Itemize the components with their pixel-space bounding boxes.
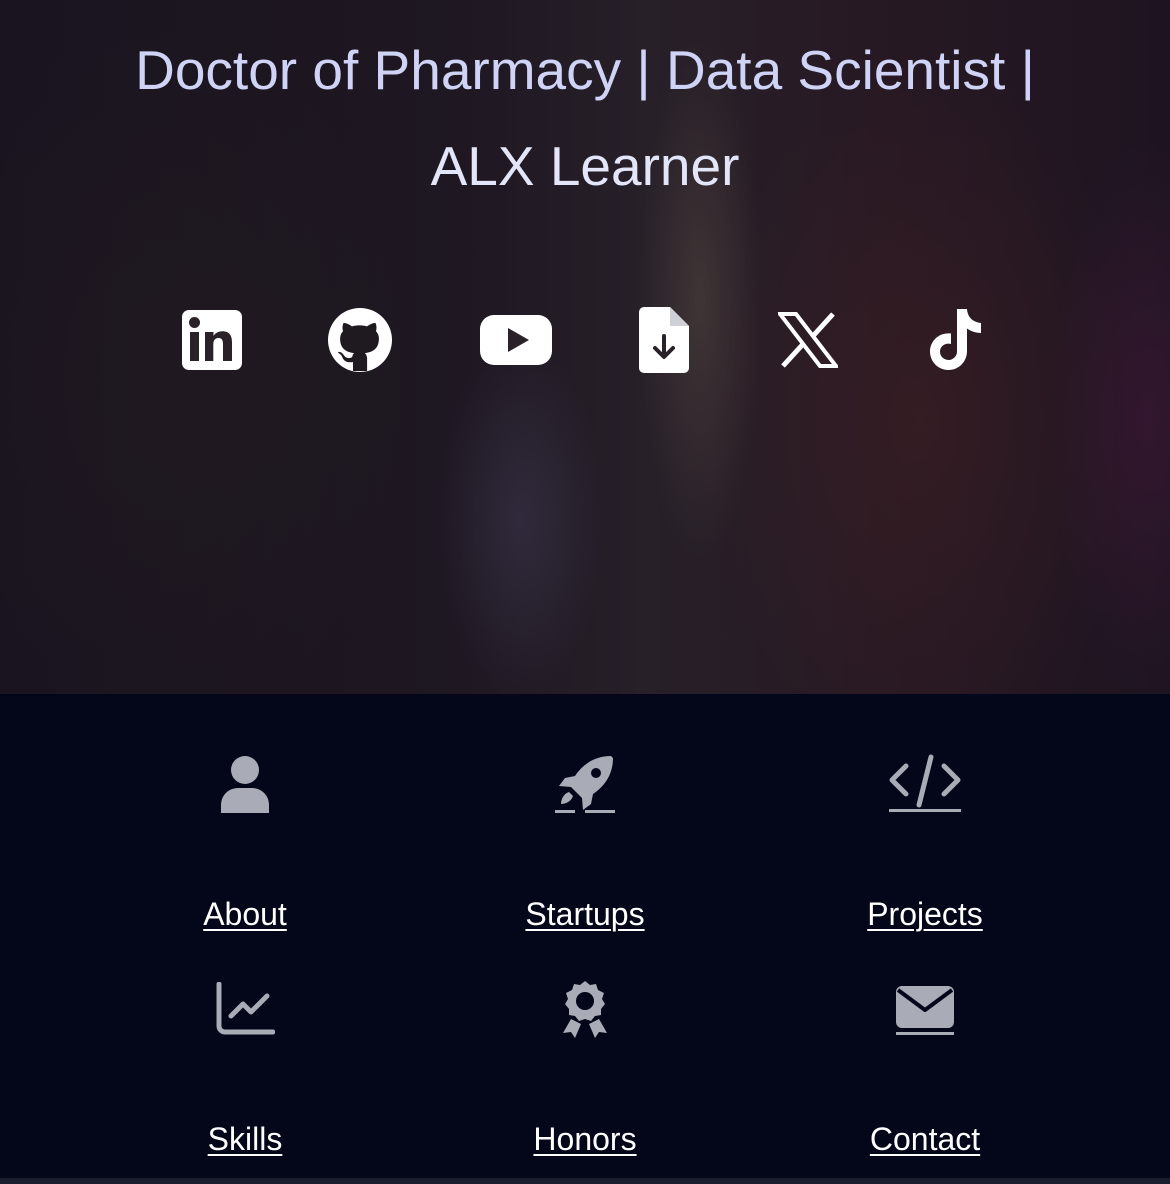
social-links bbox=[0, 300, 1170, 380]
user-icon bbox=[221, 756, 269, 813]
bottom-divider bbox=[0, 1178, 1170, 1184]
headline-line-2: ALX Learner bbox=[430, 135, 740, 197]
nav-label-startups[interactable]: Startups bbox=[415, 896, 755, 933]
chart-line-icon bbox=[216, 982, 275, 1035]
nav-item-startups[interactable]: Startups bbox=[415, 744, 755, 944]
youtube-link[interactable] bbox=[476, 300, 556, 380]
x-icon bbox=[778, 312, 838, 368]
code-icon bbox=[889, 754, 961, 812]
nav-label-skills[interactable]: Skills bbox=[75, 1121, 415, 1158]
nav-item-projects[interactable]: Projects bbox=[755, 744, 1095, 944]
nav-item-honors[interactable]: Honors bbox=[415, 969, 755, 1169]
nav-item-contact[interactable]: Contact bbox=[755, 969, 1095, 1169]
nav-label-about[interactable]: About bbox=[75, 896, 415, 933]
nav-label-projects[interactable]: Projects bbox=[755, 896, 1095, 933]
nav-item-skills[interactable]: Skills bbox=[75, 969, 415, 1169]
section-navigation: About Startups Projects Skills Honors Co… bbox=[0, 694, 1170, 1184]
github-icon bbox=[328, 308, 392, 372]
hero-section: Doctor of Pharmacy | Data Scientist | AL… bbox=[0, 0, 1170, 694]
award-icon bbox=[563, 981, 607, 1038]
rocket-icon bbox=[555, 756, 615, 813]
linkedin-link[interactable] bbox=[172, 300, 252, 380]
youtube-icon bbox=[480, 315, 552, 365]
hero-headline: Doctor of Pharmacy | Data Scientist | AL… bbox=[60, 22, 1110, 214]
linkedin-icon bbox=[182, 310, 242, 370]
nav-label-honors[interactable]: Honors bbox=[415, 1121, 755, 1158]
tiktok-link[interactable] bbox=[916, 300, 996, 380]
headline-line-1: Doctor of Pharmacy | Data Scientist | bbox=[135, 39, 1035, 101]
github-link[interactable] bbox=[320, 300, 400, 380]
tiktok-icon bbox=[930, 309, 981, 370]
envelope-icon bbox=[896, 986, 954, 1035]
x-link[interactable] bbox=[768, 300, 848, 380]
file-download-icon bbox=[639, 307, 689, 373]
resume-download-link[interactable] bbox=[624, 300, 704, 380]
nav-item-about[interactable]: About bbox=[75, 744, 415, 944]
nav-label-contact[interactable]: Contact bbox=[755, 1121, 1095, 1158]
